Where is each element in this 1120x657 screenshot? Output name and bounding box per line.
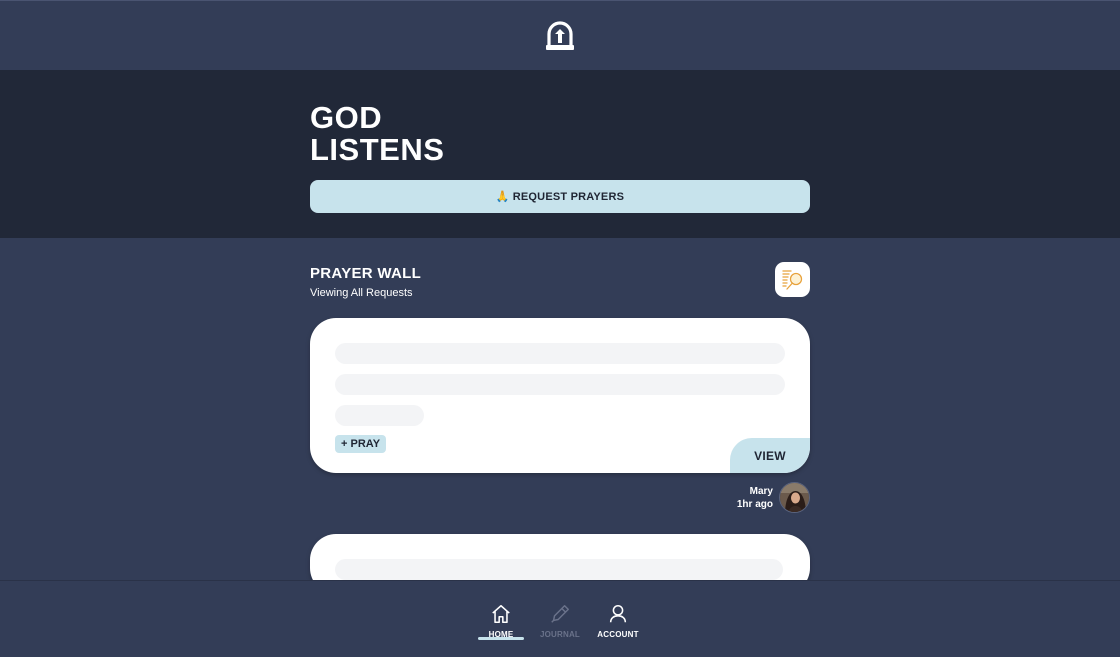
skeleton-line [335,405,424,426]
top-bar [0,0,1120,70]
search-list-icon [781,269,802,290]
nav-account[interactable]: ACCOUNT [592,603,644,639]
home-icon [492,604,510,624]
prayer-wall-subtitle: Viewing All Requests [310,287,413,299]
pray-button[interactable]: + PRAY [335,435,387,453]
view-button[interactable]: VIEW [730,438,810,473]
prayer-card[interactable]: + PRAY VIEW [310,318,810,473]
user-icon [609,604,627,623]
request-prayers-button[interactable]: 🙏 REQUEST PRAYERS [310,180,810,213]
praying-hands-icon: 🙏 [495,191,510,203]
filter-button[interactable] [775,262,810,297]
active-tab-indicator [478,637,524,640]
author-info: Mary 1hr ago [700,485,773,511]
post-time: 1hr ago [736,499,773,510]
pen-icon [551,605,569,623]
nav-journal[interactable]: JOURNAL [534,603,586,639]
author-name: Mary [749,486,773,497]
prayer-wall-title: PRAYER WALL [310,265,422,282]
skeleton-line [335,559,783,580]
nav-account-label: ACCOUNT [597,630,639,639]
nav-journal-label: JOURNAL [539,630,581,639]
avatar[interactable] [779,482,810,513]
avatar-image [780,483,809,512]
page-title: GOD LISTENS [310,100,445,167]
skeleton-line [335,343,785,364]
app-logo-icon[interactable] [546,20,574,51]
nav-home[interactable]: HOME [475,603,527,639]
hero-section: GOD LISTENS 🙏 REQUEST PRAYERS [0,70,1120,238]
skeleton-line [335,374,785,395]
bottom-nav: HOME JOURNAL ACCOUNT [0,580,1120,657]
request-prayers-label: REQUEST PRAYERS [512,190,625,203]
